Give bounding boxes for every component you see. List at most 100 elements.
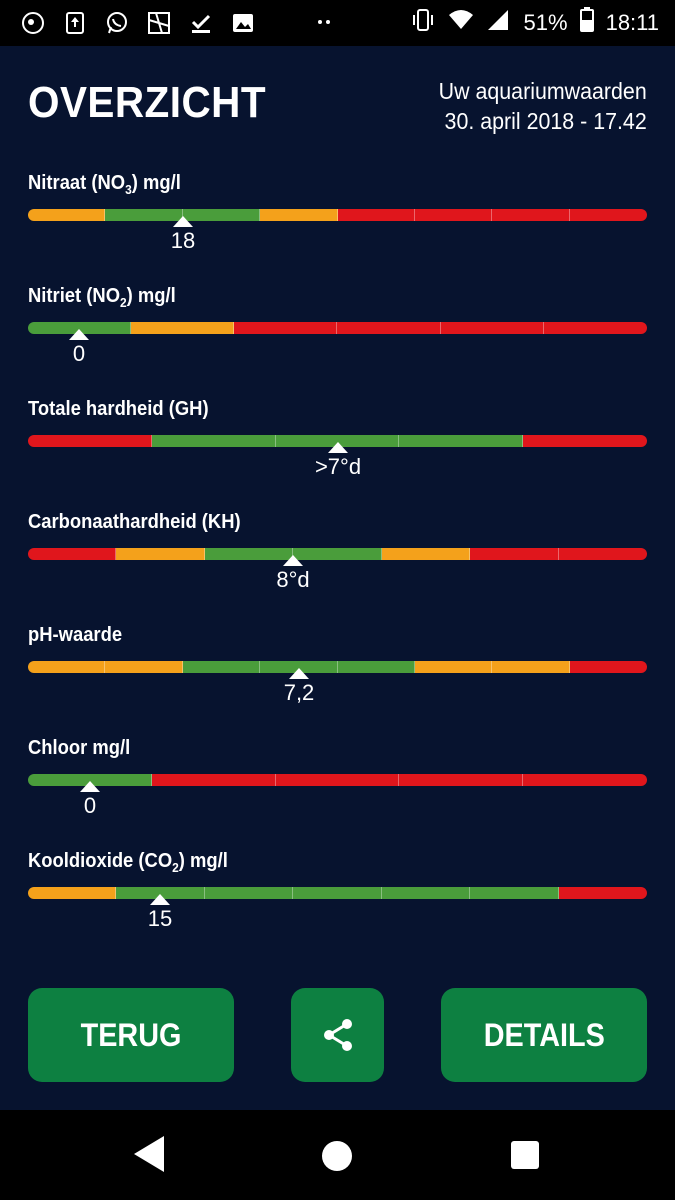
- parameter-row: Totale hardheid (GH) >7°d: [28, 398, 647, 498]
- range-segment-red: [414, 209, 493, 221]
- parameter-label: Nitraat (NO3) mg/l: [28, 172, 181, 197]
- parameter-row: Nitraat (NO3) mg/l 18: [28, 172, 647, 272]
- range-segment-red: [558, 548, 647, 560]
- range-segment-green: [381, 887, 471, 899]
- range-segment-orange: [381, 548, 471, 560]
- range-segment-green: [151, 435, 276, 447]
- page-subtitle: Uw aquariumwaarden 30. april 2018 - 17.4…: [439, 76, 647, 136]
- recent-apps-icon[interactable]: [511, 1141, 539, 1169]
- value-marker-icon: [328, 442, 348, 453]
- parameter-label-unit: ) mg/l: [178, 850, 228, 872]
- back-icon[interactable]: [134, 1136, 164, 1172]
- range-segment-green: [204, 548, 294, 560]
- battery-icon: [579, 7, 594, 39]
- range-segment-orange: [260, 209, 338, 221]
- range-segment-orange: [28, 887, 117, 899]
- range-segment-green: [182, 209, 261, 221]
- app-icon: [20, 10, 46, 36]
- range-segment-red: [523, 774, 647, 786]
- parameter-label: Chloor mg/l: [28, 737, 130, 760]
- parameter-label-text: Nitriet (NO: [28, 285, 120, 307]
- parameter-value: 0: [83, 793, 97, 818]
- parameter-label-text: Totale hardheid (GH): [28, 398, 209, 420]
- measurement-date: 30. april 2018 - 17.42: [444, 108, 647, 134]
- range-segment-red: [558, 887, 647, 899]
- range-segment-red: [28, 548, 117, 560]
- status-bar: 51% 18:11: [0, 0, 675, 46]
- parameter-label-text: Kooldioxide (CO: [28, 850, 173, 872]
- range-segment-red: [275, 774, 400, 786]
- image-icon: [146, 10, 172, 36]
- parameter-label-subscript: 3: [125, 182, 132, 197]
- range-segment-orange: [28, 209, 106, 221]
- wifi-icon: [448, 7, 474, 39]
- parameter-value: >7°d: [314, 454, 362, 479]
- range-segment-red: [492, 209, 570, 221]
- page-title: OVERZICHT: [28, 78, 267, 127]
- parameter-label: Kooldioxide (CO2) mg/l: [28, 850, 228, 875]
- parameter-value: 7,2: [283, 680, 315, 705]
- range-segment-red: [234, 322, 338, 334]
- dot-icon: [318, 20, 322, 24]
- range-segment-green: [182, 661, 261, 673]
- range-segment-red: [399, 774, 524, 786]
- parameter-label-text: Carbonaathardheid (KH): [28, 511, 241, 533]
- range-segment-orange: [492, 661, 570, 673]
- range-segment-orange: [28, 661, 106, 673]
- parameter-label: Nitriet (NO2) mg/l: [28, 285, 176, 310]
- share-button[interactable]: [291, 988, 384, 1082]
- range-segment-orange: [105, 661, 183, 673]
- parameter-label-unit: ) mg/l: [131, 172, 181, 194]
- range-segment-red: [543, 322, 647, 334]
- range-segment-green: [470, 887, 559, 899]
- range-segment-orange: [116, 548, 205, 560]
- parameter-label-text: Chloor mg/l: [28, 737, 131, 759]
- share-icon: [323, 1019, 352, 1051]
- range-bar: [28, 774, 647, 786]
- parameter-label-subscript: 2: [172, 860, 179, 875]
- signal-icon: [486, 7, 512, 39]
- range-segment-green: [337, 661, 415, 673]
- parameter-label: Carbonaathardheid (KH): [28, 511, 241, 534]
- details-button-label: DETAILS: [483, 1016, 605, 1053]
- range-bar: [28, 322, 647, 334]
- parameter-value: 15: [147, 906, 173, 931]
- range-segment-red: [151, 774, 276, 786]
- range-bar: [28, 887, 647, 899]
- range-bar: [28, 548, 647, 560]
- range-segment-red: [569, 209, 647, 221]
- range-segment-red: [523, 435, 647, 447]
- range-bar: [28, 209, 647, 221]
- back-button[interactable]: TERUG: [28, 988, 234, 1082]
- value-marker-icon: [173, 216, 193, 227]
- value-marker-icon: [283, 555, 303, 566]
- parameter-row: Kooldioxide (CO2) mg/l 15: [28, 850, 647, 950]
- range-bar: [28, 661, 647, 673]
- parameter-label: Totale hardheid (GH): [28, 398, 209, 421]
- home-icon[interactable]: [322, 1141, 352, 1171]
- range-segment-red: [440, 322, 544, 334]
- range-segment-red: [28, 435, 152, 447]
- value-marker-icon: [150, 894, 170, 905]
- range-segment-green: [399, 435, 524, 447]
- range-segment-green: [105, 209, 183, 221]
- range-segment-red: [569, 661, 647, 673]
- parameter-row: Carbonaathardheid (KH) 8°d: [28, 511, 647, 611]
- range-segment-red: [337, 322, 441, 334]
- range-segment-red: [470, 548, 559, 560]
- parameter-label-unit: ) mg/l: [126, 285, 176, 307]
- dot-icon: [326, 20, 330, 24]
- parameter-row: Chloor mg/l 0: [28, 737, 647, 837]
- range-segment-green: [293, 548, 382, 560]
- value-marker-icon: [289, 668, 309, 679]
- range-segment-green: [293, 887, 382, 899]
- value-marker-icon: [69, 329, 89, 340]
- details-button[interactable]: DETAILS: [441, 988, 647, 1082]
- parameter-label-text: Nitraat (NO: [28, 172, 126, 194]
- parameter-value: 0: [72, 341, 86, 366]
- parameter-row: Nitriet (NO2) mg/l 0: [28, 285, 647, 385]
- subtitle-caption: Uw aquariumwaarden: [438, 78, 647, 104]
- vibrate-icon: [410, 7, 436, 39]
- download-done-icon: [188, 10, 214, 36]
- value-marker-icon: [80, 781, 100, 792]
